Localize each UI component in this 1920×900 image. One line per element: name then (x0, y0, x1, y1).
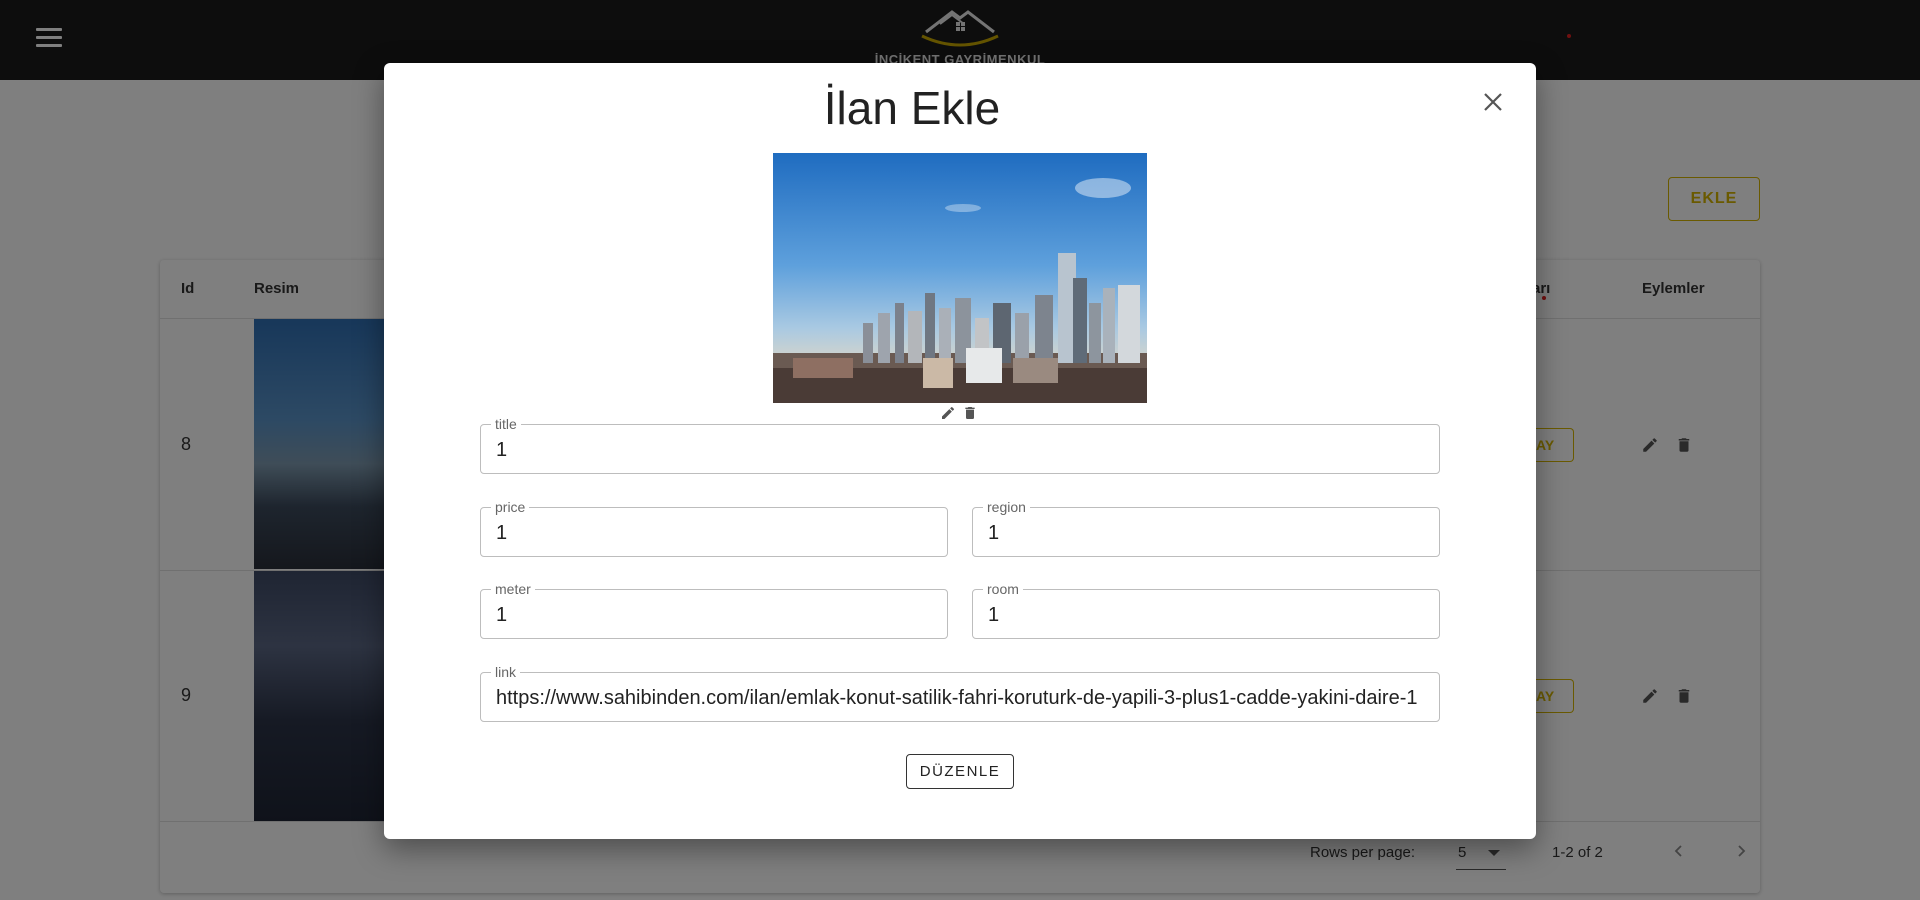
room-field-value[interactable]: 1 (988, 603, 1425, 627)
region-field-label: region (983, 499, 1030, 515)
meter-field-value[interactable]: 1 (496, 603, 933, 627)
room-field-label: room (983, 581, 1023, 597)
price-field[interactable]: price 1 (480, 499, 948, 557)
edit-image-icon[interactable] (939, 404, 957, 422)
region-field[interactable]: region 1 (972, 499, 1440, 557)
listing-image-preview (773, 153, 1147, 403)
submit-button[interactable]: DÜZENLE (906, 754, 1014, 789)
meter-field-label: meter (491, 581, 535, 597)
add-listing-dialog: İlan Ekle title 1 price 1 region 1 meter… (384, 63, 1536, 839)
city-skyline-image (773, 153, 1147, 403)
dialog-title: İlan Ekle (823, 82, 1001, 134)
title-field-value[interactable]: 1 (496, 438, 1425, 462)
image-actions (939, 404, 979, 424)
room-field[interactable]: room 1 (972, 581, 1440, 639)
link-field-label: link (491, 664, 521, 680)
title-field[interactable]: title 1 (480, 416, 1440, 474)
region-field-value[interactable]: 1 (988, 521, 1425, 545)
close-icon[interactable] (1476, 85, 1510, 119)
price-field-value[interactable]: 1 (496, 521, 933, 545)
link-field-value[interactable]: https://www.sahibinden.com/ilan/emlak-ko… (496, 686, 1425, 710)
title-field-label: title (491, 416, 521, 432)
price-field-label: price (491, 499, 530, 515)
link-field[interactable]: link https://www.sahibinden.com/ilan/eml… (480, 664, 1440, 722)
delete-image-icon[interactable] (961, 404, 979, 422)
meter-field[interactable]: meter 1 (480, 581, 948, 639)
